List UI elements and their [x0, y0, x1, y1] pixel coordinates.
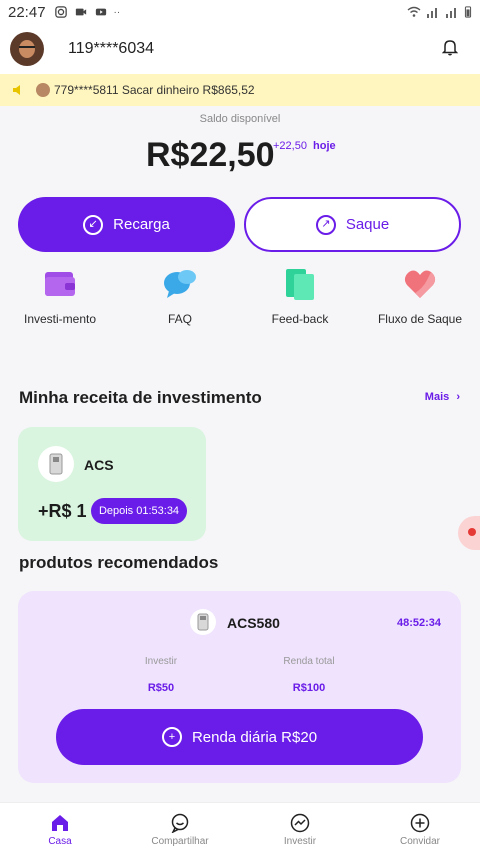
quick-link-label: FAQ	[167, 312, 192, 326]
user-id: 119****6034	[68, 40, 155, 57]
investment-amount: +R$ 1	[38, 501, 87, 521]
invest-label: Investir	[144, 656, 178, 667]
arrow-up-right-icon: ↗	[315, 214, 336, 235]
signal-icon	[427, 8, 437, 18]
tab-label: Investir	[283, 836, 317, 847]
chat-icon	[171, 813, 189, 833]
quick-link-label: Feed-back	[271, 312, 329, 326]
plus-icon: +	[161, 727, 182, 747]
products-section-title: produtos recomendados	[19, 553, 219, 572]
home-icon	[52, 815, 68, 831]
recarga-button[interactable]: ↙ Recarga	[18, 197, 235, 252]
wallet-icon	[45, 272, 75, 296]
daily-income-button[interactable]: + Renda diária R$20	[56, 709, 423, 765]
documents-icon	[286, 269, 314, 300]
tab-label: Convidar	[399, 836, 441, 847]
balance-amount: R$22,50	[146, 136, 275, 174]
quick-link-label: Investi-mento	[23, 312, 97, 326]
marquee-text: 779****5811 Sacar dinheiro R$865,52	[54, 83, 255, 97]
youtube-icon	[95, 8, 106, 16]
saque-button[interactable]: ↗ Saque	[244, 197, 461, 252]
product-icon	[190, 609, 216, 635]
avatar[interactable]	[10, 32, 44, 66]
quick-link-label: Fluxo de Saque	[377, 312, 463, 326]
investment-name: ACS	[84, 457, 114, 473]
recarga-label: Recarga	[113, 216, 170, 233]
more-notifications-icon: ··	[113, 6, 121, 18]
video-icon	[75, 8, 86, 16]
bottom-tab-bar: Casa Compartilhar Investir Convidar	[0, 802, 480, 854]
tab-convidar[interactable]: Convidar	[360, 803, 480, 854]
speaker-icon	[13, 85, 20, 95]
tab-label: Casa	[48, 836, 72, 847]
status-bar: 22:47 ··	[0, 0, 480, 24]
chart-trend-icon	[290, 813, 310, 833]
invest-value: R$50	[147, 682, 175, 694]
tab-casa[interactable]: Casa	[0, 803, 120, 854]
income-section-title: Minha receita de investimento	[19, 388, 262, 407]
more-label: Mais	[424, 391, 450, 403]
tab-investir[interactable]: Investir	[240, 803, 360, 854]
balance-delta: +22,50	[273, 140, 307, 152]
product-card[interactable]: ACS580 48:52:34 Investir Renda total R$5…	[18, 591, 461, 783]
daily-income-label: Renda diária R$20	[191, 728, 318, 746]
battery-icon	[464, 6, 472, 18]
instagram-icon	[54, 6, 67, 18]
quick-link-investimento[interactable]: Investi-mento	[0, 268, 120, 326]
withdraw-marquee: 779****5811 Sacar dinheiro R$865,52	[0, 74, 480, 106]
tab-compartilhar[interactable]: Compartilhar	[120, 803, 240, 854]
marquee-avatar	[36, 83, 50, 97]
product-icon	[38, 446, 74, 482]
more-link[interactable]: Mais ›	[425, 391, 460, 403]
quick-links: Investi-mento FAQ Feed-back Fluxo de Saq…	[0, 268, 480, 326]
chevron-right-icon: ›	[456, 391, 460, 403]
status-time: 22:47	[8, 3, 46, 21]
arrow-down-left-icon: ↙	[83, 214, 104, 235]
balance-label: Saldo disponível	[199, 113, 281, 125]
product-timer: 48:52:34	[396, 617, 441, 629]
signal-icon-2	[446, 8, 456, 18]
bell-icon[interactable]	[442, 38, 458, 56]
floating-button[interactable]	[458, 516, 480, 550]
investment-card[interactable]: ACS +R$ 1 Depois 01:53:34	[18, 427, 206, 541]
wifi-icon	[407, 6, 421, 17]
tab-label: Compartilhar	[151, 836, 209, 847]
chat-bubbles-icon	[164, 270, 196, 298]
product-name: ACS580	[227, 615, 280, 631]
app-header: 119****6034	[0, 24, 480, 74]
quick-link-faq[interactable]: FAQ	[120, 268, 240, 326]
balance-today: hoje	[313, 140, 336, 152]
total-income-value: R$100	[292, 682, 326, 694]
plus-circle-icon	[410, 813, 430, 833]
heart-icon	[404, 270, 436, 298]
investment-timer: Depois 01:53:34	[91, 498, 187, 524]
total-income-label: Renda total	[283, 656, 335, 667]
quick-link-feedback[interactable]: Feed-back	[240, 268, 360, 326]
saque-label: Saque	[345, 216, 390, 233]
quick-link-fluxo-de-saque[interactable]: Fluxo de Saque	[360, 268, 480, 326]
